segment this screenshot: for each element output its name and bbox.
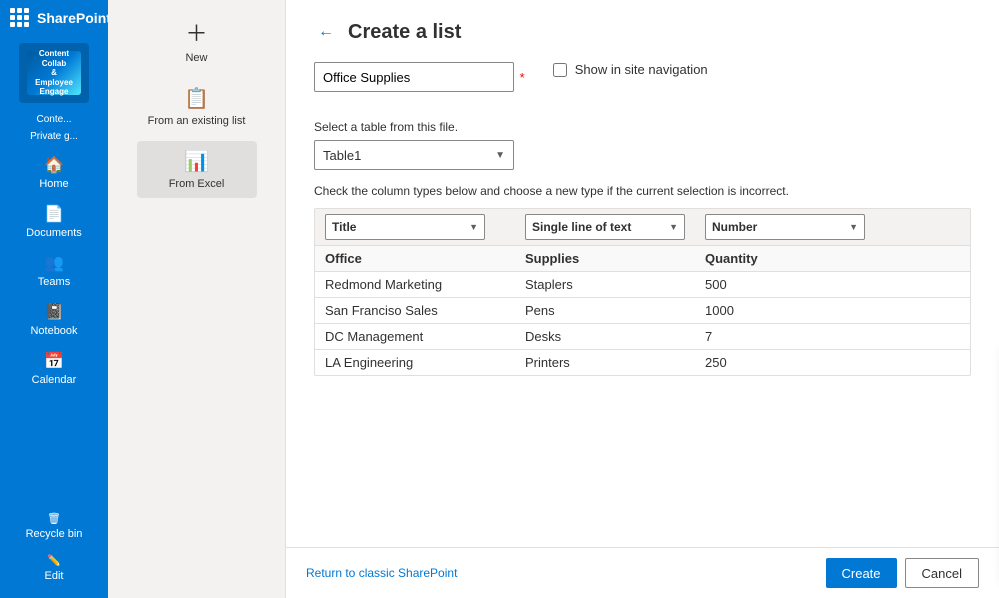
sidebar-item-edit[interactable]: ✏️ Edit <box>0 548 108 588</box>
data-cell: Desks <box>515 324 695 349</box>
table-row: LA Engineering Printers 250 <box>315 350 970 375</box>
documents-icon: 📄 <box>44 204 64 224</box>
col-header-supplies: Single line of text ▼ <box>515 209 695 245</box>
sidebar-item-notebook[interactable]: 📓 Notebook <box>0 296 108 343</box>
back-button[interactable]: ← <box>314 20 338 44</box>
panel-from-excel[interactable]: 📊 From Excel <box>137 141 257 198</box>
teams-icon: 👥 <box>44 253 64 273</box>
table-select-chevron: ▼ <box>495 150 505 161</box>
calendar-icon: 📅 <box>44 351 64 371</box>
page-header: ← Create a list <box>314 20 971 44</box>
col2-type-value: Single line of text <box>532 220 631 234</box>
data-cell: 7 <box>695 324 970 349</box>
name-field-row: * <box>314 62 525 92</box>
sidebar-item-documents-label: Documents <box>26 227 82 239</box>
app-icon[interactable]: ContentCollab&EmployeeEngage <box>19 43 89 103</box>
table-select-row: Select a table from this file. Table1 ▼ <box>314 120 971 170</box>
edit-icon: ✏️ <box>47 554 61 567</box>
col3-type-select[interactable]: Number ▼ <box>705 214 865 240</box>
table-row: Office Supplies Quantity <box>315 246 970 272</box>
app-icon-inner: ContentCollab&EmployeeEngage <box>27 51 81 95</box>
col1-type-value: Title <box>332 220 356 234</box>
col1-chevron: ▼ <box>469 222 478 232</box>
data-cell: 250 <box>695 350 970 375</box>
sidebar-item-edit-label: Edit <box>45 570 64 582</box>
sidebar-header: SharePoint <box>0 0 108 35</box>
new-icon: ＋ <box>185 16 207 48</box>
column-header-row: Title ▼ Single line of text ▼ Number ▼ <box>315 209 970 246</box>
waffle-icon[interactable] <box>10 8 29 27</box>
panel-from-existing[interactable]: 📋 From an existing list <box>137 78 257 135</box>
footer: Return to classic SharePoint Create Canc… <box>286 547 999 598</box>
sidebar-item-recycle[interactable]: 🗑 Recycle bin <box>0 506 108 546</box>
col-header-quantity: Number ▼ <box>695 209 970 245</box>
table-row: DC Management Desks 7 <box>315 324 970 350</box>
classic-sharepoint-link[interactable]: Return to classic SharePoint <box>306 566 457 580</box>
sidebar-item-notebook-label: Notebook <box>30 325 77 337</box>
sidebar-footer: 🗑 Recycle bin ✏️ Edit <box>0 506 108 598</box>
data-cell: Pens <box>515 298 695 323</box>
from-existing-icon: 📋 <box>184 86 209 111</box>
sidebar-item-calendar-label: Calendar <box>32 374 77 386</box>
sidebar-item-home[interactable]: 🏠 Home <box>0 149 108 196</box>
panel-new[interactable]: ＋ New <box>137 8 257 72</box>
notebook-icon: 📓 <box>44 302 64 322</box>
sidebar-item-recycle-label: Recycle bin <box>26 528 83 540</box>
sidebar-item-teams-label: Teams <box>38 276 70 288</box>
sidebar-item-documents[interactable]: 📄 Documents <box>0 198 108 245</box>
name-nav-row: * Show in site navigation <box>314 62 971 106</box>
sidebar-item-home-label: Home <box>39 178 68 190</box>
sidebar-item-calendar[interactable]: 📅 Calendar <box>0 345 108 392</box>
data-cell: 500 <box>695 272 970 297</box>
show-in-nav-row: Show in site navigation <box>553 62 708 77</box>
data-cell: DC Management <box>315 324 515 349</box>
table-select-value: Table1 <box>323 148 361 163</box>
show-in-nav-checkbox[interactable] <box>553 63 567 77</box>
data-cell: Redmond Marketing <box>315 272 515 297</box>
data-cell: Office <box>315 246 515 271</box>
data-cell: Staplers <box>515 272 695 297</box>
col2-chevron: ▼ <box>669 222 678 232</box>
col3-type-value: Number <box>712 220 757 234</box>
cancel-button[interactable]: Cancel <box>905 558 979 588</box>
sidebar: SharePoint ContentCollab&EmployeeEngage … <box>0 0 108 598</box>
sidebar-nav: 🏠 Home 📄 Documents 👥 Teams 📓 Notebook 📅 … <box>0 149 108 392</box>
show-in-nav-label: Show in site navigation <box>575 62 708 77</box>
panel-from-existing-label: From an existing list <box>148 115 246 127</box>
home-icon: 🏠 <box>44 155 64 175</box>
data-cell: LA Engineering <box>315 350 515 375</box>
sidebar-item-teams[interactable]: 👥 Teams <box>0 247 108 294</box>
col1-type-select[interactable]: Title ▼ <box>325 214 485 240</box>
data-cell: San Franciso Sales <box>315 298 515 323</box>
table-select[interactable]: Table1 ▼ <box>314 140 514 170</box>
check-info: Check the column types below and choose … <box>314 184 971 198</box>
column-table: Title ▼ Single line of text ▼ Number ▼ O… <box>314 208 971 376</box>
required-indicator: * <box>520 70 525 85</box>
list-name-input[interactable] <box>314 62 514 92</box>
col3-chevron: ▼ <box>849 222 858 232</box>
select-table-label: Select a table from this file. <box>314 120 971 134</box>
panel: ＋ New 📋 From an existing list 📊 From Exc… <box>108 0 286 598</box>
footer-actions: Create Cancel <box>826 558 980 588</box>
table-row: Redmond Marketing Staplers 500 <box>315 272 970 298</box>
table-row: San Franciso Sales Pens 1000 <box>315 298 970 324</box>
page-title: Create a list <box>348 21 461 44</box>
data-cell: 1000 <box>695 298 970 323</box>
main-content: ← Create a list * Show in site navigatio… <box>286 0 999 598</box>
col-header-title: Title ▼ <box>315 209 515 245</box>
col2-type-select[interactable]: Single line of text ▼ <box>525 214 685 240</box>
panel-new-label: New <box>185 52 207 64</box>
from-excel-icon: 📊 <box>184 149 209 174</box>
app-name: SharePoint <box>37 10 111 26</box>
data-cell: Quantity <box>695 246 970 271</box>
app-label-title: Conte... <box>32 111 75 128</box>
panel-from-excel-label: From Excel <box>169 178 225 190</box>
create-button[interactable]: Create <box>826 558 897 588</box>
recycle-icon: 🗑 <box>47 512 61 525</box>
app-label-subtitle: Private g... <box>26 128 82 145</box>
data-cell: Printers <box>515 350 695 375</box>
data-cell: Supplies <box>515 246 695 271</box>
